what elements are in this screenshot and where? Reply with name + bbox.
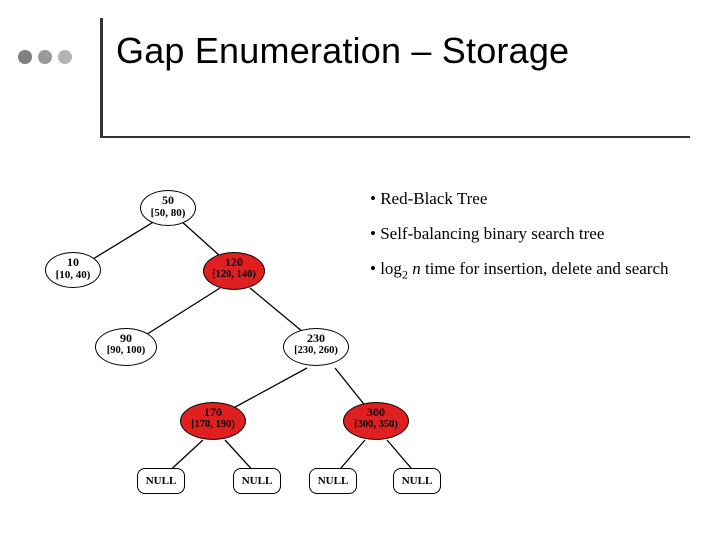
tree-node-120: 120 [120, 140)	[203, 252, 265, 290]
page-title: Gap Enumeration – Storage	[116, 30, 569, 72]
title-decor-dots	[18, 50, 72, 64]
rb-tree-diagram: 50 [50, 80) 10 [10, 40) 120 [120, 140) 9…	[25, 180, 445, 500]
node-range: [170, 190)	[181, 419, 245, 431]
tree-node-10: 10 [10, 40)	[45, 252, 101, 288]
tree-node-null: NULL	[233, 468, 281, 494]
node-range: [120, 140)	[204, 269, 264, 281]
node-value: 300	[344, 406, 408, 419]
node-value: 120	[204, 256, 264, 269]
bullet-text: time for insertion, delete and search	[421, 259, 669, 278]
node-value: 10	[46, 256, 100, 269]
tree-node-300: 300 [300, 350)	[343, 402, 409, 440]
node-value: 170	[181, 406, 245, 419]
node-range: [300, 350)	[344, 419, 408, 431]
tree-edges	[25, 180, 445, 500]
tree-node-90: 90 [90, 100)	[95, 328, 157, 366]
node-range: [230, 260)	[284, 345, 348, 357]
node-range: [90, 100)	[96, 345, 156, 357]
tree-node-null: NULL	[137, 468, 185, 494]
title-horizontal-rule	[100, 136, 690, 138]
tree-node-null: NULL	[393, 468, 441, 494]
dot-icon	[18, 50, 32, 64]
node-value: 230	[284, 332, 348, 345]
tree-node-50: 50 [50, 80)	[140, 190, 196, 226]
node-value: 90	[96, 332, 156, 345]
tree-node-null: NULL	[309, 468, 357, 494]
dot-icon	[38, 50, 52, 64]
node-range: [50, 80)	[141, 207, 195, 219]
dot-icon	[58, 50, 72, 64]
node-range: [10, 40)	[46, 269, 100, 281]
node-value: 50	[141, 194, 195, 207]
slide: Gap Enumeration – Storage • Red-Black Tr…	[0, 0, 720, 540]
title-vertical-rule	[100, 18, 103, 138]
tree-node-170: 170 [170, 190)	[180, 402, 246, 440]
tree-node-230: 230 [230, 260)	[283, 328, 349, 366]
